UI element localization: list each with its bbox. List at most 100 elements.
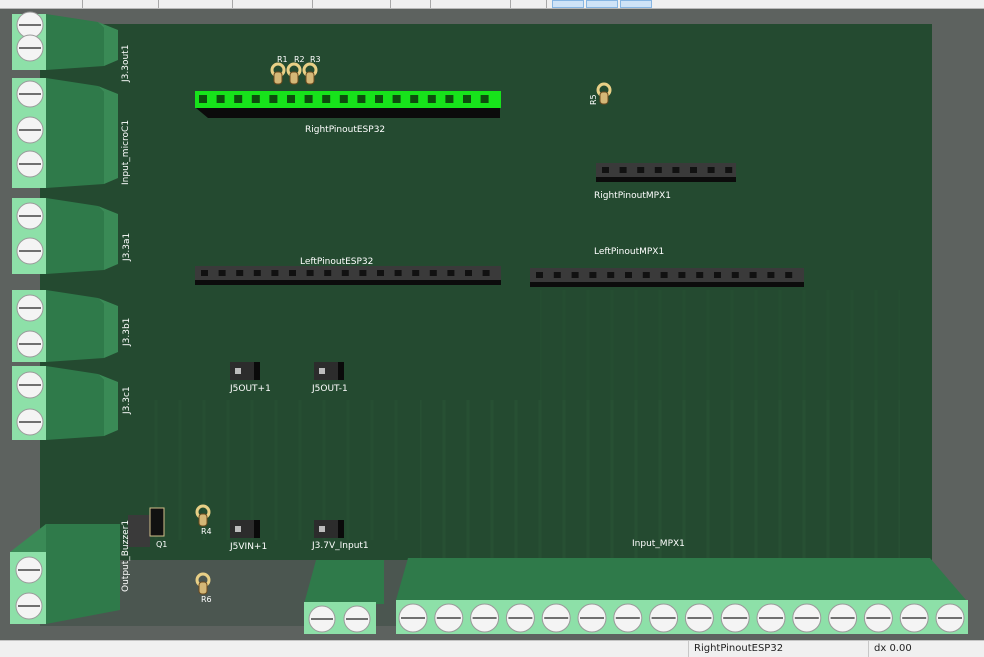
rotate-z-cw-icon[interactable]	[205, 0, 219, 7]
label-r6: R6	[201, 595, 212, 604]
pan-down-icon[interactable]	[372, 0, 386, 7]
header-pin	[553, 272, 561, 278]
pin-header-2	[314, 520, 344, 538]
header-pin	[359, 270, 367, 276]
render-through-holes-icon[interactable]	[552, 0, 584, 8]
header-pin	[234, 95, 243, 103]
header-pin	[589, 272, 597, 278]
flip-board-icon[interactable]	[262, 0, 276, 7]
header-pin	[654, 167, 662, 173]
header-pin	[642, 272, 650, 278]
terminal-block-buzzer	[10, 524, 120, 624]
label-left-esp32: LeftPinoutESP32	[300, 257, 373, 267]
header-pin	[377, 270, 384, 276]
label-r4: R4	[201, 527, 212, 536]
header-pin	[463, 95, 471, 103]
render-smd-icon[interactable]	[586, 0, 618, 8]
connector-side	[254, 362, 260, 380]
header-pin	[216, 95, 225, 103]
header-pin	[324, 270, 332, 276]
label-q1: Q1	[156, 540, 167, 549]
toolbar	[0, 0, 984, 9]
header-pin	[392, 95, 401, 103]
rotate-y-ccw-icon[interactable]	[170, 0, 184, 7]
header-pin	[690, 167, 697, 173]
3d-viewport[interactable]: R1 R2 R3 RightPinoutESP32 R5 RightPinout…	[0, 9, 984, 640]
header-pin	[271, 270, 279, 276]
terminal-body	[46, 290, 104, 362]
terminal-block	[12, 198, 118, 274]
pin-header-2	[314, 362, 344, 380]
header-pin	[306, 270, 314, 276]
resistor-body	[305, 71, 315, 85]
terminal-body	[46, 78, 104, 188]
status-separator	[868, 641, 869, 657]
header-pin	[322, 95, 331, 103]
pan-right-icon[interactable]	[322, 0, 336, 7]
header-shadow	[196, 108, 500, 118]
toolbar-separator	[232, 0, 233, 8]
header-pin	[536, 272, 543, 278]
pan-left-icon[interactable]	[284, 0, 298, 7]
pin-header-2	[230, 362, 260, 380]
header-pin	[660, 272, 668, 278]
header-pin	[602, 167, 609, 173]
header-pin	[236, 270, 244, 276]
resistor-body	[273, 71, 283, 85]
label-j33out: J3.3out1	[121, 45, 131, 83]
header-pin	[304, 95, 313, 103]
header-pin	[289, 270, 296, 276]
terminal-body	[46, 366, 104, 440]
rotate-z-ccw-icon[interactable]	[240, 0, 254, 7]
header-pin	[696, 272, 704, 278]
header-pin	[785, 272, 793, 278]
status-separator	[688, 641, 689, 657]
header-pin	[678, 272, 686, 278]
rotate-x-cw-icon[interactable]	[92, 0, 106, 7]
header-pin	[429, 270, 437, 276]
label-r2: R2	[294, 55, 305, 64]
header-pin	[201, 270, 208, 276]
transistor-body	[128, 515, 150, 547]
toolbar-separator	[390, 0, 391, 8]
terminal-body	[46, 524, 120, 624]
resistor-body	[198, 513, 208, 527]
label-right-esp32: RightPinoutESP32	[305, 125, 385, 135]
header-pin	[287, 95, 295, 103]
header-shadow	[596, 177, 736, 182]
header-pin	[749, 272, 757, 278]
zoom-out-icon[interactable]	[52, 0, 66, 7]
terminal-body	[304, 560, 384, 604]
header-shadow	[195, 280, 501, 285]
label-j33c: J3.3c1	[122, 386, 132, 415]
connector-side	[338, 520, 344, 538]
label-right-mpx: RightPinoutMPX1	[594, 191, 671, 201]
header-pin	[375, 95, 383, 103]
connector-pin	[319, 526, 325, 532]
ortho-projection-icon[interactable]	[400, 0, 414, 7]
board-trace-area-left	[150, 400, 400, 540]
label-j5vin-plus: J5VIN+1	[229, 542, 267, 552]
label-j33b: J3.3b1	[122, 318, 132, 347]
header-pin	[672, 167, 680, 173]
zoom-in-icon[interactable]	[22, 0, 36, 7]
status-dx: dx 0.00	[874, 643, 912, 654]
label-j33a: J3.3a1	[122, 233, 132, 262]
resistor-body	[198, 581, 208, 595]
header-pin	[714, 272, 721, 278]
transistor-top	[149, 507, 165, 537]
rotate-y-cw-icon[interactable]	[140, 0, 154, 7]
header-pin	[571, 272, 579, 278]
label-j5out-plus: J5OUT+1	[229, 384, 271, 394]
header-pin	[412, 270, 420, 276]
label-input-mpx: Input_MPX1	[632, 539, 685, 549]
header-pin	[445, 95, 454, 103]
pcb-render[interactable]: R1 R2 R3 RightPinoutESP32 R5 RightPinout…	[0, 9, 984, 640]
terminal-top	[10, 524, 46, 552]
rotate-x-ccw-icon[interactable]	[112, 0, 126, 7]
label-input-micro: Input_microC1	[121, 120, 131, 185]
connector-side	[254, 520, 260, 538]
pan-up-icon[interactable]	[348, 0, 362, 7]
terminal-block-input-mpx	[396, 558, 968, 634]
render-virtual-icon[interactable]	[620, 0, 652, 8]
